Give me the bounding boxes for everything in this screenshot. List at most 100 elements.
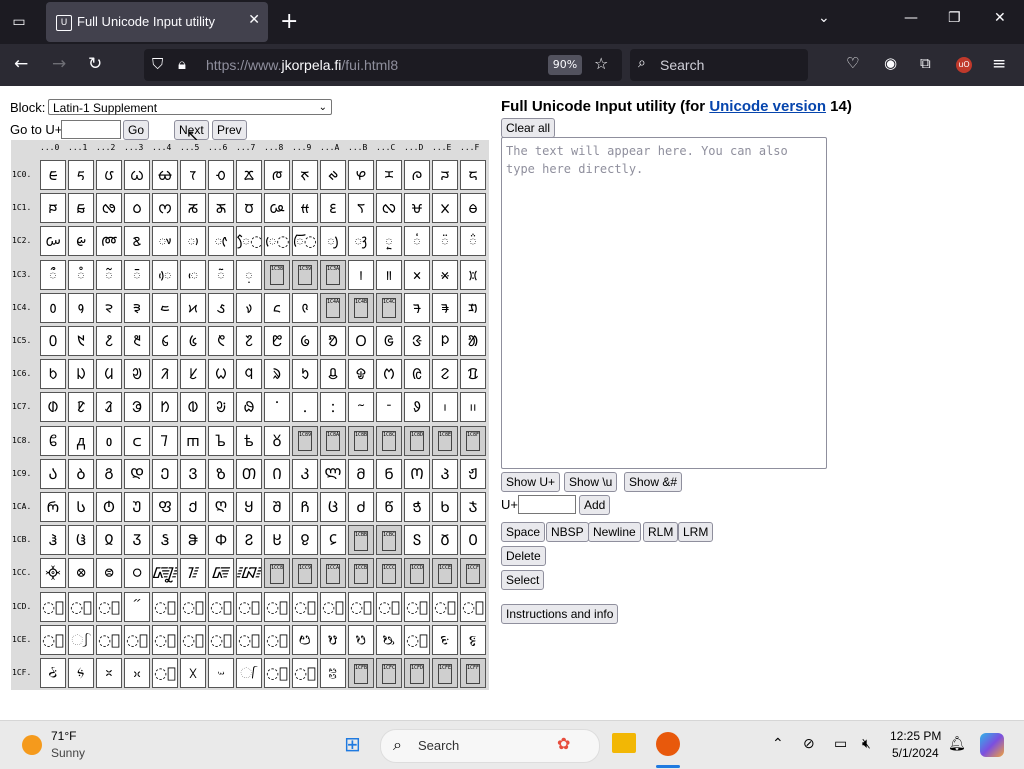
char-cell[interactable]: Ფ [152, 492, 178, 522]
char-cell[interactable]: ᰿ [460, 259, 486, 290]
char-cell[interactable]: ◌᳚ [320, 591, 346, 622]
char-cell[interactable]: ᰼ [376, 259, 402, 290]
char-cell[interactable]: ◌᳢ [96, 624, 122, 655]
char-cell[interactable]: ᰌ [376, 160, 402, 190]
char-cell[interactable]: Ჵ [180, 525, 206, 556]
char-cell[interactable]: ᰐ [40, 193, 66, 224]
char-cell[interactable]: 1CFE [432, 658, 458, 688]
char-cell[interactable]: ᱔ [152, 326, 178, 356]
char-cell[interactable]: Ზ [208, 458, 234, 489]
char-cell[interactable]: ᳁ [68, 558, 94, 589]
char-cell[interactable]: ᱗ [236, 326, 262, 356]
bell-icon[interactable]: 🔔︎ [948, 735, 966, 752]
network-off-icon[interactable]: ⊘ [803, 735, 815, 752]
volume-muted-icon[interactable]: 🔇︎ [862, 735, 871, 752]
forward-icon[interactable]: → [52, 54, 66, 74]
unicode-version-link[interactable]: Unicode version [709, 98, 826, 115]
prev-button[interactable]: Prev [212, 120, 247, 140]
char-cell[interactable]: 1C4C [376, 292, 402, 323]
char-cell[interactable]: ᱘ [264, 326, 290, 356]
char-cell[interactable]: ᰜ [376, 193, 402, 224]
char-cell[interactable]: ᰍ [404, 160, 430, 190]
char-cell[interactable]: Უ [124, 492, 150, 522]
char-cell[interactable]: ᱨ [264, 359, 290, 390]
add-button[interactable]: Add [579, 495, 611, 515]
char-cell[interactable]: ᲅ [180, 425, 206, 456]
char-cell[interactable]: 1CC8 [264, 558, 290, 589]
close-window-icon[interactable]: ✕ [994, 10, 1006, 26]
char-cell[interactable]: ᱉ [292, 292, 318, 323]
char-cell[interactable]: 1CCF [460, 558, 486, 589]
char-cell[interactable]: Გ [96, 458, 122, 489]
char-cell[interactable]: ᰚ [320, 193, 346, 224]
char-cell[interactable]: ᳺ [320, 658, 346, 688]
char-cell[interactable]: ◌᳦ [208, 624, 234, 655]
char-cell[interactable]: Კ [292, 458, 318, 489]
char-cell[interactable]: ᲁ [68, 425, 94, 456]
char-cell[interactable]: ᱳ [124, 392, 150, 423]
char-cell[interactable]: ᰣ [124, 226, 150, 257]
char-cell[interactable]: ◌᰷ [236, 259, 262, 290]
char-cell[interactable]: Ჾ [432, 525, 458, 556]
char-cell[interactable]: ᰇ [236, 160, 262, 190]
char-cell[interactable]: ᳀ [40, 558, 66, 589]
tab-list-icon[interactable]: ▭ [6, 10, 32, 34]
char-cell[interactable]: ◌ᰭ [404, 226, 430, 257]
delete-button[interactable]: Delete [501, 546, 546, 566]
char-cell[interactable]: ᰠ [40, 226, 66, 257]
char-cell[interactable]: ◌᳘ [264, 591, 290, 622]
char-cell[interactable]: ᱱ [68, 392, 94, 423]
char-cell[interactable]: ᱿ [460, 392, 486, 423]
char-cell[interactable]: ᱚ [320, 326, 346, 356]
char-cell[interactable]: ◌ᰶ [208, 259, 234, 290]
new-tab-icon[interactable]: + [280, 8, 298, 36]
url-bar[interactable]: ⛉ 🔒︎ https://www.jkorpela.fi/fui.html8 9… [144, 49, 622, 81]
chevron-up-icon[interactable]: ⌃ [772, 735, 784, 752]
char-cell[interactable]: Ჹ [292, 525, 318, 556]
char-cell[interactable]: Ნ [376, 458, 402, 489]
char-cell[interactable]: ᰩ◌ [292, 226, 318, 257]
char-cell[interactable]: ᰒ [96, 193, 122, 224]
char-cell[interactable]: 1C89 [292, 425, 318, 456]
char-cell[interactable]: ᱡ [68, 359, 94, 390]
char-cell[interactable]: Წ [376, 492, 402, 522]
char-cell[interactable]: 1C39 [292, 259, 318, 290]
char-cell[interactable]: ᰊ [320, 160, 346, 190]
char-cell[interactable]: Ო [404, 458, 430, 489]
char-cell[interactable]: 1C4A [320, 292, 346, 323]
char-cell[interactable]: ᳄ [152, 558, 178, 589]
rlm-button[interactable]: RLM [643, 522, 679, 542]
char-cell[interactable]: ᳳ [124, 658, 150, 688]
bookmark-star-icon[interactable]: ☆ [594, 54, 608, 73]
char-cell[interactable]: ◌᳛ [348, 591, 374, 622]
char-cell[interactable]: ᰉ [292, 160, 318, 190]
char-cell[interactable]: ◌ᰳ [124, 259, 150, 290]
newline-button[interactable]: Newline [588, 522, 641, 542]
char-cell[interactable]: ᰆ [208, 160, 234, 190]
char-cell[interactable]: ᳶ [208, 658, 234, 688]
pocket-icon[interactable]: ♡ [846, 54, 859, 72]
char-cell[interactable]: ᱼ [376, 392, 402, 423]
char-cell[interactable]: ᱑ [68, 326, 94, 356]
char-cell[interactable]: ◌᳕ [180, 591, 206, 622]
char-cell[interactable]: ◌ᰰ [40, 259, 66, 290]
char-cell[interactable]: Ჟ [460, 458, 486, 489]
char-cell[interactable]: Ც [320, 492, 346, 522]
char-cell[interactable]: ᱇ [236, 292, 262, 323]
char-cell[interactable]: 1C8F [460, 425, 486, 456]
go-button[interactable]: Go [123, 120, 150, 140]
char-cell[interactable]: ◌ᰵ [180, 259, 206, 290]
char-cell[interactable]: ᰝ [404, 193, 430, 224]
char-cell[interactable]: ᱣ [124, 359, 150, 390]
char-cell[interactable]: ◌᳜ [376, 591, 402, 622]
char-cell[interactable]: ᰔ [152, 193, 178, 224]
taskbar-search[interactable]: ⌕ Search ✿ [380, 729, 600, 763]
char-cell[interactable]: ◌᳨ [264, 624, 290, 655]
char-cell[interactable]: 1CFC [376, 658, 402, 688]
char-cell[interactable]: 1CCD [404, 558, 430, 589]
char-cell[interactable]: 1C8E [432, 425, 458, 456]
char-cell[interactable]: ᱢ [96, 359, 122, 390]
char-cell[interactable]: Ჭ [404, 492, 430, 522]
char-cell[interactable]: 1CBC [376, 525, 402, 556]
restore-icon[interactable]: ❐ [948, 10, 961, 26]
